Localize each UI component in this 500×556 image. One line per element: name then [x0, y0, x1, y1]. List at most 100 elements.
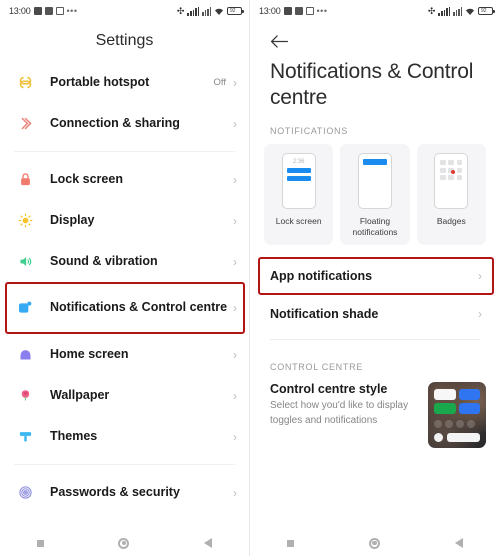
- preview-notification-bar: [286, 176, 311, 182]
- app-icon-1: [33, 7, 42, 15]
- status-bar-clock: 13:00: [9, 6, 31, 16]
- settings-screen: 13:00 ••• ✣ 92 Settings Portable hotspot…: [0, 0, 250, 556]
- status-bar-right-group: ✣ 92: [176, 5, 244, 16]
- signal-bars-icon: [438, 6, 451, 16]
- chevron-right-icon: ›: [233, 301, 237, 315]
- sidebar-item-value: Off: [213, 77, 227, 88]
- notification-square-icon: [14, 300, 36, 316]
- section-divider: [270, 339, 480, 341]
- chevron-right-icon: ›: [478, 269, 482, 284]
- sidebar-item-notifications-control-centre[interactable]: Notifications & Control centre ›: [0, 282, 249, 334]
- brush-icon: [14, 429, 36, 444]
- card-lock-screen[interactable]: 2:36 Lock screen: [264, 144, 334, 246]
- toggle-tile-blue: [458, 389, 480, 401]
- badges-preview: [434, 153, 469, 210]
- toggle-tile-white: [434, 389, 456, 401]
- sidebar-item-connection-sharing[interactable]: Connection & sharing ›: [0, 103, 249, 144]
- sidebar-item-label: Notifications & Control centre: [50, 300, 228, 315]
- section-label-control-centre: CONTROL CENTRE: [270, 362, 363, 373]
- home-button[interactable]: [368, 537, 380, 549]
- signal-bars-2-icon: [202, 6, 211, 16]
- list-item-label: Notification shade: [270, 307, 379, 322]
- sidebar-item-lock-screen[interactable]: Lock screen ›: [0, 159, 249, 200]
- preview-time: 2:36: [292, 159, 305, 166]
- thumbnail-circle: [434, 433, 443, 443]
- battery-icon: 92: [478, 7, 495, 15]
- floating-notifications-preview: [357, 153, 392, 210]
- app-icon-2: [44, 7, 53, 15]
- chevron-right-icon: ›: [233, 388, 237, 403]
- chevron-right-icon: ›: [233, 172, 237, 187]
- chevron-right-icon: ›: [233, 429, 237, 444]
- status-bar-right: 13:00 ••• ✣ 92: [250, 0, 500, 22]
- sidebar-item-portable-hotspot[interactable]: Portable hotspot Off ›: [0, 62, 249, 103]
- overflow-dots-icon: •••: [66, 6, 78, 16]
- notification-preview-cards: 2:36 Lock screen Floating notifications: [250, 144, 500, 246]
- list-item-control-centre-style[interactable]: Control centre style Select how you'd li…: [250, 380, 500, 448]
- hotspot-icon: [14, 75, 36, 90]
- status-bar-clock: 13:00: [259, 6, 281, 16]
- app-icon-2: [294, 7, 303, 15]
- battery-icon: 92: [227, 7, 244, 15]
- card-label: Lock screen: [275, 216, 322, 227]
- chevron-right-icon: ›: [233, 75, 237, 90]
- sidebar-item-label: Lock screen: [50, 171, 123, 186]
- control-centre-text: Control centre style Select how you'd li…: [270, 382, 428, 427]
- control-centre-style-thumbnail[interactable]: [428, 382, 486, 448]
- list-item-label: App notifications: [270, 269, 373, 284]
- thumbnail-toggle-grid: [434, 389, 480, 415]
- back-arrow-button[interactable]: [250, 22, 500, 55]
- signal-bars-icon: [187, 6, 200, 16]
- bluetooth-icon: ✣: [427, 5, 436, 16]
- chevron-right-icon: ›: [233, 485, 237, 500]
- preview-floating-bar: [362, 159, 387, 166]
- battery-level: 92: [481, 7, 487, 14]
- section-label-notifications: NOTIFICATIONS: [270, 126, 348, 137]
- status-bar-left-group: 13:00 •••: [9, 6, 77, 16]
- sidebar-item-label: Themes: [50, 428, 98, 443]
- sun-icon: [14, 213, 36, 228]
- toggle-tile-blue-2: [458, 403, 480, 415]
- list-item-app-notifications[interactable]: App notifications ›: [250, 257, 500, 296]
- back-button[interactable]: [203, 538, 212, 548]
- connection-sharing-icon: [14, 116, 36, 131]
- recents-button[interactable]: [37, 539, 45, 547]
- home-icon: [14, 347, 36, 362]
- bluetooth-icon: ✣: [176, 5, 185, 16]
- back-button[interactable]: [454, 538, 463, 548]
- status-bar-left: 13:00 ••• ✣ 92: [0, 0, 249, 22]
- back-arrow-icon: [270, 35, 289, 48]
- section-divider: [14, 151, 235, 152]
- sidebar-item-passwords-security[interactable]: Passwords & security ›: [0, 472, 249, 513]
- toggle-tile-green: [434, 403, 456, 415]
- control-centre-subtitle: Select how you'd like to display toggles…: [270, 400, 409, 426]
- sidebar-item-label: Portable hotspot: [50, 74, 150, 89]
- thumbnail-circle-row: [434, 420, 480, 429]
- control-centre-title: Control centre style: [270, 382, 388, 397]
- sidebar-item-label: Wallpaper: [50, 387, 110, 402]
- page-title: Settings: [95, 32, 154, 49]
- lock-screen-preview: 2:36: [281, 153, 316, 210]
- app-icon-1: [283, 7, 292, 15]
- sidebar-item-home-screen[interactable]: Home screen ›: [0, 334, 249, 375]
- home-button[interactable]: [118, 537, 130, 549]
- recents-button[interactable]: [287, 539, 295, 547]
- chevron-right-icon: ›: [233, 213, 237, 228]
- signal-bars-2-icon: [453, 6, 462, 16]
- chevron-right-icon: ›: [233, 116, 237, 131]
- sidebar-item-wallpaper[interactable]: Wallpaper ›: [0, 375, 249, 416]
- thumbnail-pill: [447, 433, 480, 443]
- card-floating-notifications[interactable]: Floating notifications: [340, 144, 410, 246]
- sidebar-item-display[interactable]: Display ›: [0, 200, 249, 241]
- page-title: Notifications & Control centre: [270, 60, 474, 109]
- sidebar-item-themes[interactable]: Themes ›: [0, 416, 249, 457]
- chevron-right-icon: ›: [233, 254, 237, 269]
- sidebar-item-label: Home screen: [50, 346, 129, 361]
- list-item-notification-shade[interactable]: Notification shade ›: [250, 295, 500, 333]
- card-label: Badges: [436, 216, 466, 227]
- card-badges[interactable]: Badges: [416, 144, 486, 246]
- chevron-right-icon: ›: [233, 347, 237, 362]
- sidebar-item-sound-vibration[interactable]: Sound & vibration ›: [0, 241, 249, 282]
- app-icon-3: [55, 7, 64, 15]
- sidebar-item-label: Passwords & security: [50, 484, 180, 499]
